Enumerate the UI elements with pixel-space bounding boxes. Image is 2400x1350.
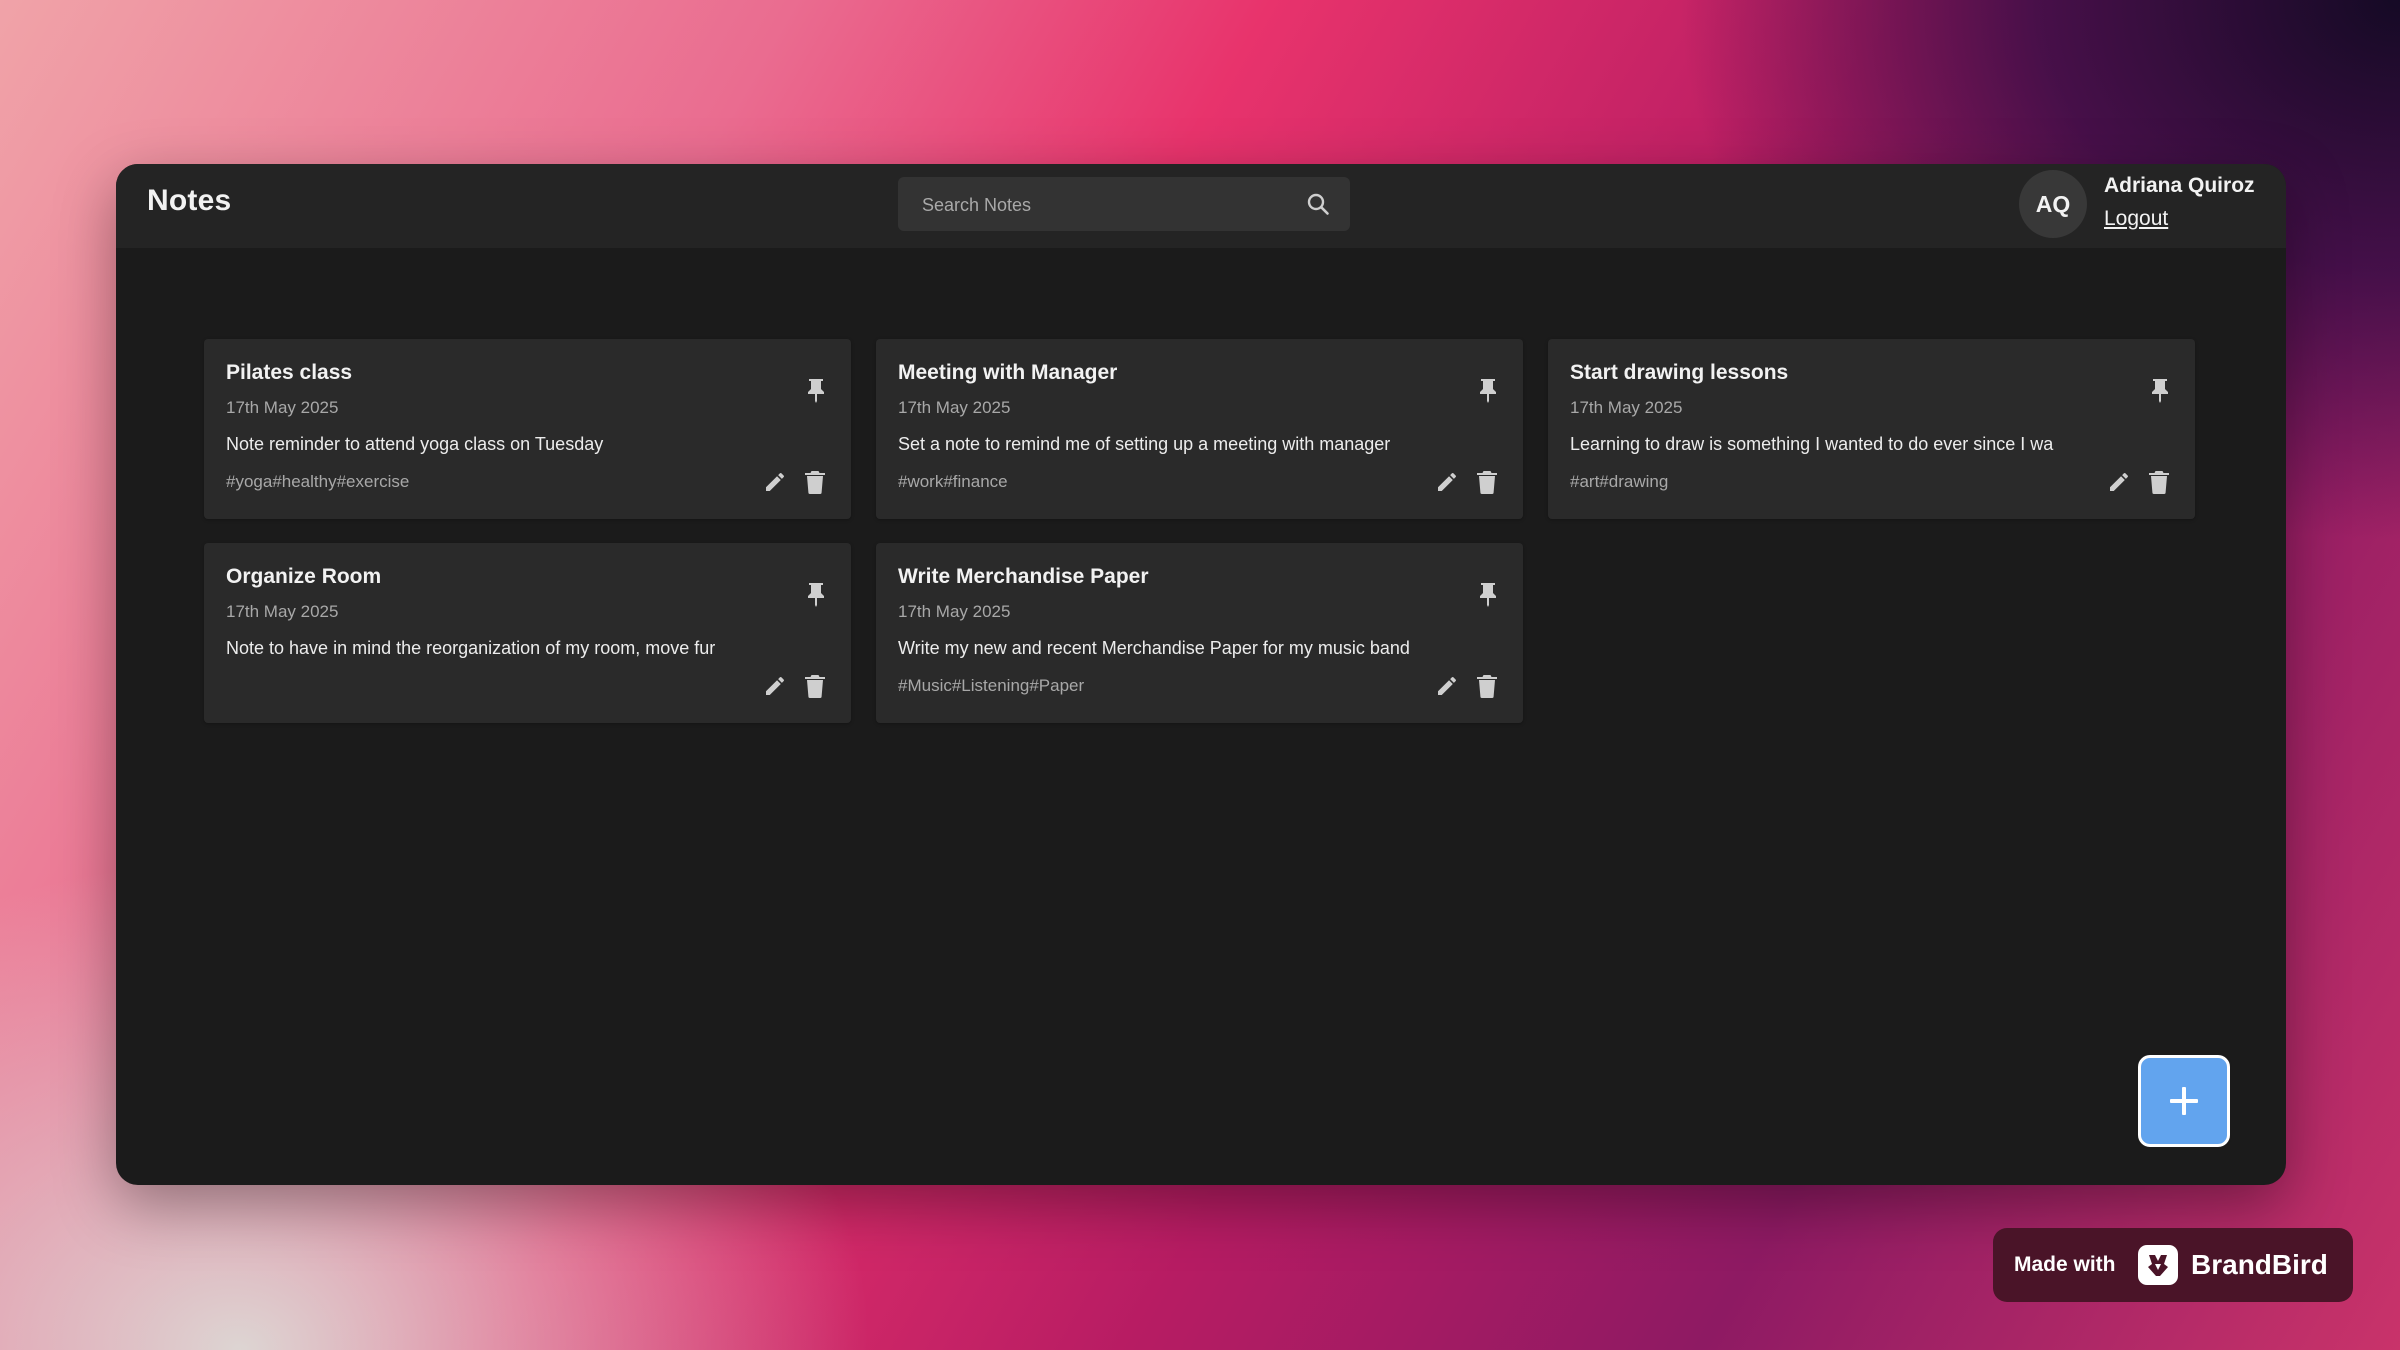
pin-icon[interactable] [2149, 377, 2171, 403]
brand-made-with: Made with [2014, 1253, 2116, 1276]
note-tags: #Music#Listening#Paper [898, 676, 1085, 695]
note-title: Write Merchandise Paper [898, 565, 1149, 588]
note-title: Organize Room [226, 565, 382, 588]
note-date: 17th May 2025 [1570, 398, 1683, 417]
note-card[interactable]: Organize Room 17th May 2025 Note to have… [204, 543, 851, 723]
user-name: Adriana Quiroz [2104, 174, 2255, 197]
pencil-icon[interactable] [2107, 470, 2131, 494]
pin-icon[interactable] [805, 377, 827, 403]
trash-icon[interactable] [1477, 470, 1497, 494]
note-card[interactable]: Pilates class 17th May 2025 Note reminde… [204, 339, 851, 519]
trash-icon[interactable] [805, 470, 825, 494]
logout-link[interactable]: Logout [2104, 207, 2168, 231]
pin-icon[interactable] [805, 581, 827, 607]
header-bar: Notes AQ Adriana Quiroz Logout [116, 164, 2286, 248]
note-date: 17th May 2025 [898, 602, 1011, 621]
pencil-icon[interactable] [1435, 470, 1459, 494]
note-body: Set a note to remind me of setting up a … [898, 434, 1391, 454]
trash-icon[interactable] [805, 674, 825, 698]
pencil-icon[interactable] [1435, 674, 1459, 698]
brandbird-logo-icon [2138, 1245, 2178, 1285]
note-tags: #work#finance [898, 472, 1008, 491]
pencil-icon[interactable] [763, 674, 787, 698]
note-date: 17th May 2025 [226, 398, 339, 417]
trash-icon[interactable] [2149, 470, 2169, 494]
avatar[interactable]: AQ [2019, 170, 2087, 238]
plus-icon [2170, 1087, 2198, 1115]
pin-icon[interactable] [1477, 377, 1499, 403]
note-title: Meeting with Manager [898, 361, 1118, 384]
note-body: Note to have in mind the reorganization … [226, 638, 716, 658]
note-title: Pilates class [226, 361, 353, 384]
add-note-button[interactable] [2138, 1055, 2230, 1147]
note-card[interactable]: Meeting with Manager 17th May 2025 Set a… [876, 339, 1523, 519]
note-body: Write my new and recent Merchandise Pape… [898, 638, 1410, 658]
note-tags: #art#drawing [1570, 472, 1669, 491]
note-card[interactable]: Start drawing lessons 17th May 2025 Lear… [1548, 339, 2195, 519]
brand-badge[interactable]: Made with BrandBird [1993, 1228, 2353, 1302]
search-icon[interactable] [1306, 192, 1330, 216]
note-body: Note reminder to attend yoga class on Tu… [226, 434, 604, 454]
search-box[interactable] [898, 177, 1350, 233]
note-body: Learning to draw is something I wanted t… [1570, 434, 2054, 454]
pin-icon[interactable] [1477, 581, 1499, 607]
note-card[interactable]: Write Merchandise Paper 17th May 2025 Wr… [876, 543, 1523, 723]
note-date: 17th May 2025 [898, 398, 1011, 417]
pencil-icon[interactable] [763, 470, 787, 494]
search-input[interactable] [920, 177, 1294, 233]
note-date: 17th May 2025 [226, 602, 339, 621]
note-tags: #yoga#healthy#exercise [226, 472, 410, 491]
brand-name: BrandBird [2191, 1249, 2328, 1280]
trash-icon[interactable] [1477, 674, 1497, 698]
note-title: Start drawing lessons [1570, 361, 1789, 384]
app-title: Notes [147, 184, 232, 217]
app-window: Notes AQ Adriana Quiroz Logout Pilates c… [116, 164, 2286, 1185]
